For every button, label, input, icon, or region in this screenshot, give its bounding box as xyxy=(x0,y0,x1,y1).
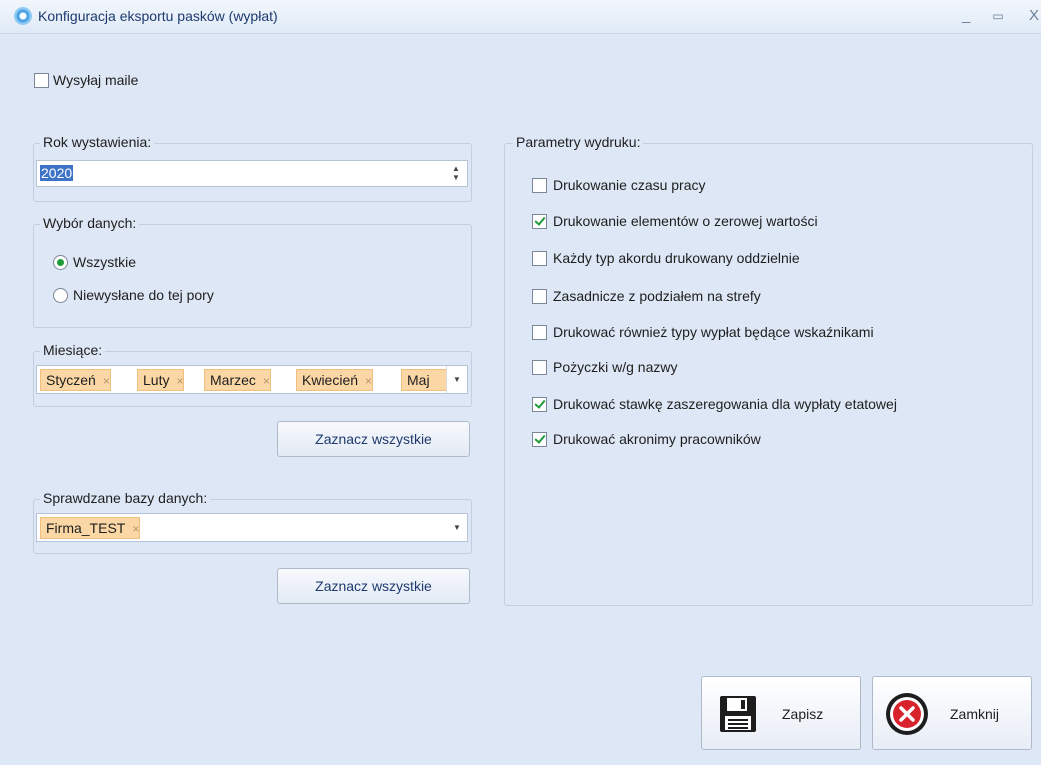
remove-tag-icon[interactable]: × xyxy=(103,374,110,388)
remove-tag-icon[interactable]: × xyxy=(263,374,270,388)
close-circle-icon xyxy=(886,693,928,735)
select-all-databases-button[interactable]: Zaznacz wszystkie xyxy=(277,568,470,604)
print-option-label: Zasadnicze z podziałem na strefy xyxy=(553,288,761,304)
dialog-window: Konfiguracja eksportu pasków (wypłat) _ … xyxy=(0,0,1041,765)
year-group: Rok wystawienia: 2020 ▲ ▼ xyxy=(33,134,472,202)
print-option-label: Drukowanie elementów o zerowej wartości xyxy=(553,213,818,229)
title-bar[interactable]: Konfiguracja eksportu pasków (wypłat) _ … xyxy=(0,0,1041,34)
year-input[interactable]: 2020 ▲ ▼ xyxy=(36,160,468,187)
radio-unsent-label: Niewysłane do tej pory xyxy=(73,287,214,303)
print-option-checkbox[interactable] xyxy=(532,251,547,266)
print-params-legend: Parametry wydruku: xyxy=(513,134,644,150)
print-option-label: Drukować akronimy pracowników xyxy=(553,431,761,447)
print-option-checkbox[interactable] xyxy=(532,178,547,193)
database-tag[interactable]: Firma_TEST × xyxy=(40,517,141,539)
select-all-months-button[interactable]: Zaznacz wszystkie xyxy=(277,421,470,457)
radio-all-label: Wszystkie xyxy=(73,254,136,270)
spin-up-icon[interactable]: ▲ xyxy=(449,164,463,173)
close-window-button[interactable]: X xyxy=(1022,4,1041,28)
databases-group: Sprawdzane bazy danych: Firma_TEST × ▼ xyxy=(33,490,472,554)
year-legend: Rok wystawienia: xyxy=(40,134,155,150)
print-option-label: Drukować stawkę zaszeregowania dla wypła… xyxy=(553,396,897,412)
send-mail-label: Wysyłaj maile xyxy=(53,72,139,88)
print-option-checkbox[interactable] xyxy=(532,325,547,340)
month-tag[interactable]: Luty × xyxy=(137,369,185,391)
close-label: Zamknij xyxy=(950,706,1000,722)
month-tag[interactable]: Maj xyxy=(401,369,447,391)
month-tag[interactable]: Kwiecień × xyxy=(296,369,374,391)
data-choice-group: Wybór danych: Wszystkie Niewysłane do te… xyxy=(33,215,472,328)
data-choice-legend: Wybór danych: xyxy=(40,215,140,231)
print-option-label: Każdy typ akordu drukowany oddzielnie xyxy=(553,250,800,266)
months-tag-input[interactable]: Styczeń × Luty × Marzec × Kwiecień × Maj ▼ xyxy=(36,365,468,394)
print-option-checkbox[interactable] xyxy=(532,397,547,412)
month-tag[interactable]: Styczeń × xyxy=(40,369,111,391)
remove-tag-icon[interactable]: × xyxy=(365,374,372,388)
databases-legend: Sprawdzane bazy danych: xyxy=(40,490,211,506)
months-legend: Miesiące: xyxy=(40,342,106,358)
save-button[interactable]: Zapisz xyxy=(701,676,861,750)
chevron-down-icon[interactable]: ▼ xyxy=(446,366,467,393)
remove-tag-icon[interactable]: × xyxy=(176,374,183,388)
print-option-checkbox[interactable] xyxy=(532,289,547,304)
chevron-down-icon[interactable]: ▼ xyxy=(447,514,467,541)
app-icon xyxy=(14,7,32,25)
floppy-disk-icon xyxy=(720,696,756,732)
print-option-checkbox[interactable] xyxy=(532,214,547,229)
print-option-label: Pożyczki w/g nazwy xyxy=(553,359,678,375)
print-option-checkbox[interactable] xyxy=(532,432,547,447)
maximize-button[interactable]: ▭ xyxy=(986,4,1010,28)
print-option-checkbox[interactable] xyxy=(532,360,547,375)
spin-down-icon[interactable]: ▼ xyxy=(449,173,463,182)
window-title: Konfiguracja eksportu pasków (wypłat) xyxy=(38,8,278,24)
months-group: Miesiące: Styczeń × Luty × Marzec × Kwiecie… xyxy=(33,342,472,407)
databases-tag-input[interactable]: Firma_TEST × ▼ xyxy=(36,513,468,542)
save-label: Zapisz xyxy=(782,706,824,722)
month-tag[interactable]: Marzec × xyxy=(204,369,271,391)
remove-tag-icon[interactable]: × xyxy=(132,522,139,536)
radio-all[interactable] xyxy=(53,255,68,270)
send-mail-checkbox[interactable] xyxy=(34,73,49,88)
close-button[interactable]: Zamknij xyxy=(872,676,1032,750)
year-value: 2020 xyxy=(40,165,74,181)
year-spinner[interactable]: ▲ ▼ xyxy=(449,164,463,184)
print-option-label: Drukować również typy wypłat będące wska… xyxy=(553,324,874,340)
radio-unsent[interactable] xyxy=(53,288,68,303)
minimize-button[interactable]: _ xyxy=(954,4,978,28)
print-option-label: Drukowanie czasu pracy xyxy=(553,177,706,193)
